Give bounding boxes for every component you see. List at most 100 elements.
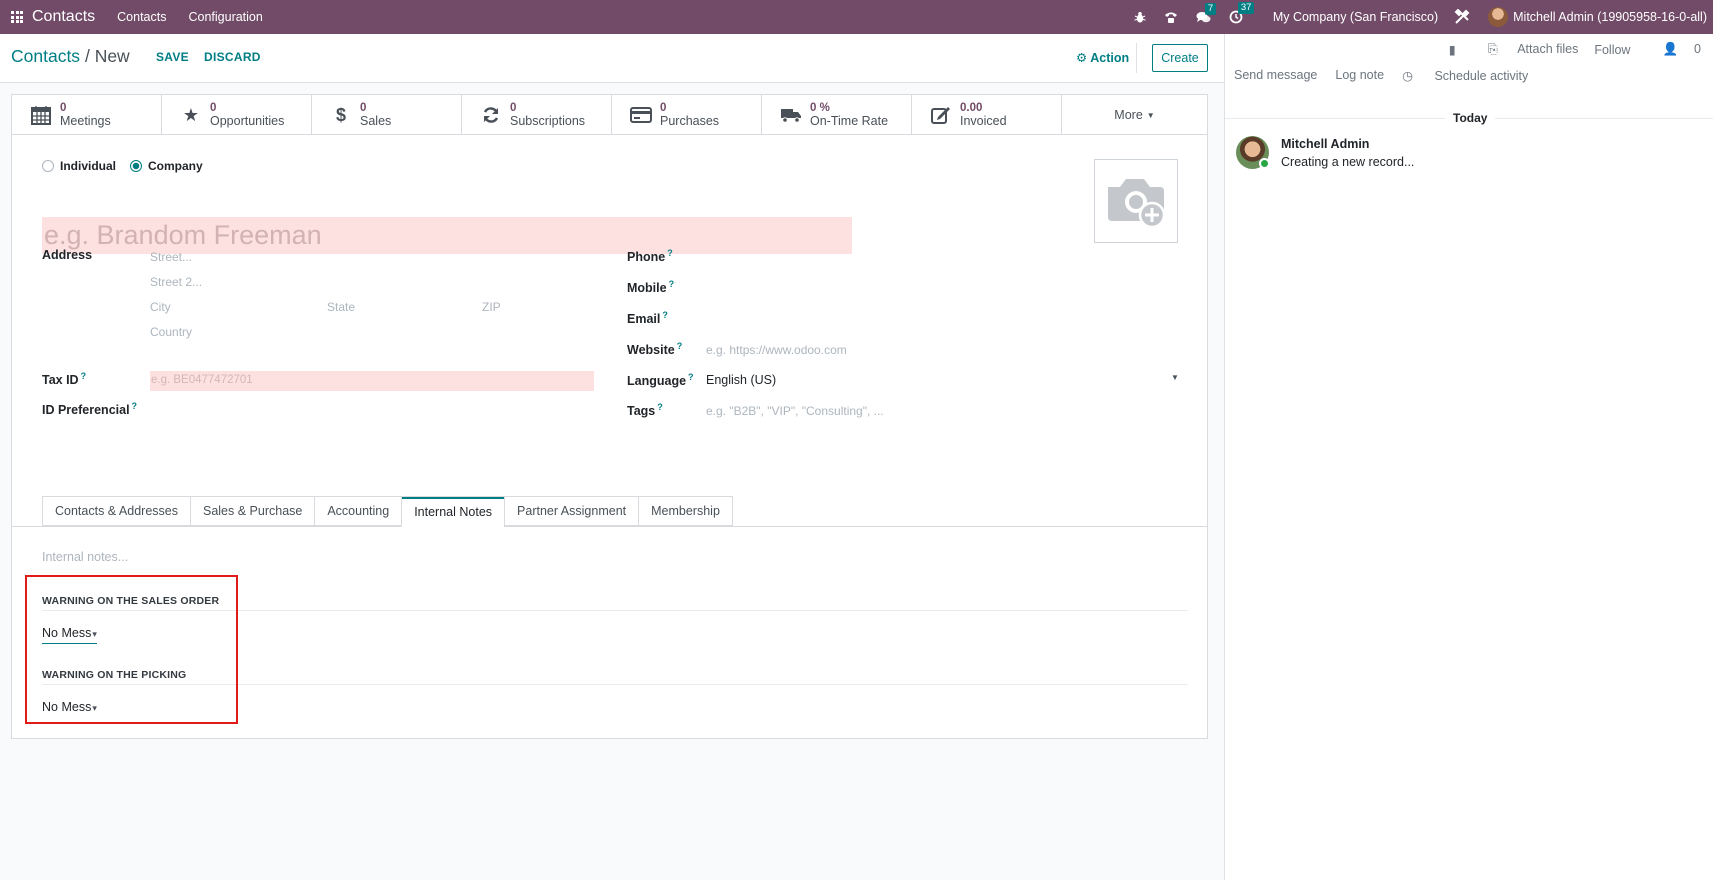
gear-icon: ⚙ <box>1076 51 1088 65</box>
company-radio[interactable] <box>130 160 143 172</box>
discard-button[interactable]: DISCARD <box>204 50 261 64</box>
control-panel: Contacts / New SAVE DISCARD ⚙ Action Cre… <box>0 34 1224 83</box>
apps-menu-icon[interactable] <box>2 11 32 23</box>
on-time-rate-button[interactable]: 0 % On-Time Rate <box>762 95 912 135</box>
more-label: More <box>1114 108 1143 122</box>
activities-count-badge: 37 <box>1237 2 1255 14</box>
clock-icon: ◷ <box>1402 69 1413 83</box>
email-help-icon[interactable]: ? <box>662 310 668 320</box>
attach-files-button[interactable]: ⎘ Attach files <box>1472 42 1579 57</box>
save-button[interactable]: SAVE <box>156 50 189 64</box>
message-body: Creating a new record... <box>1281 155 1415 169</box>
tab-sales-purchase[interactable]: Sales & Purchase <box>189 496 315 526</box>
email-label: Email? <box>627 310 668 327</box>
tags-input[interactable]: e.g. "B2B", "VIP", "Consulting", ... <box>706 404 884 418</box>
user-menu[interactable]: Mitchell Admin (19905958-16-0-all) <box>1488 7 1707 27</box>
individual-radio[interactable] <box>42 160 54 172</box>
tab-internal-notes[interactable]: Internal Notes <box>401 496 505 527</box>
schedule-activity-button[interactable]: ◷ Schedule activity <box>1402 68 1546 83</box>
sales-button[interactable]: $ 0 Sales <box>312 95 462 135</box>
log-note-button[interactable]: Log note <box>1335 68 1384 83</box>
company-switcher[interactable]: My Company (San Francisco) <box>1273 10 1438 24</box>
message-author[interactable]: Mitchell Admin <box>1281 137 1369 151</box>
mobile-help-icon[interactable]: ? <box>669 279 675 289</box>
menu-contacts[interactable]: Contacts <box>117 10 166 24</box>
breadcrumb: Contacts / New <box>11 46 130 67</box>
language-select[interactable]: English (US) <box>706 373 776 387</box>
tabs-divider <box>12 526 1207 527</box>
meetings-button[interactable]: 0 Meetings <box>12 95 162 135</box>
send-message-button[interactable]: Send message <box>1234 68 1317 83</box>
credit-card-icon <box>630 104 652 126</box>
zip-input[interactable]: ZIP <box>482 300 501 314</box>
id-preferencial-help-icon[interactable]: ? <box>132 401 138 411</box>
truck-icon <box>780 104 802 126</box>
action-label: Action <box>1090 51 1130 65</box>
invoiced-button[interactable]: 0.00 Invoiced <box>912 95 1062 135</box>
language-help-icon[interactable]: ? <box>688 372 694 382</box>
notebook-tabs: Contacts & Addresses Sales & Purchase Ac… <box>42 496 733 527</box>
book-icon[interactable]: ▮ <box>1449 42 1456 57</box>
id-preferencial-label: ID Preferencial? <box>42 401 138 418</box>
language-caret-icon[interactable]: ▼ <box>1171 373 1179 382</box>
website-help-icon[interactable]: ? <box>677 341 683 351</box>
phone-icon[interactable] <box>1164 11 1178 24</box>
country-select[interactable]: Country <box>150 325 192 339</box>
follow-button[interactable]: Follow <box>1594 43 1630 57</box>
tab-partner-assignment[interactable]: Partner Assignment <box>504 496 639 526</box>
tab-membership[interactable]: Membership <box>638 496 733 526</box>
name-input[interactable] <box>42 217 852 254</box>
image-upload[interactable] <box>1094 159 1178 243</box>
app-brand[interactable]: Contacts <box>32 8 95 26</box>
messages-count-badge: 7 <box>1204 2 1217 15</box>
camera-add-icon <box>1108 179 1166 229</box>
tags-help-icon[interactable]: ? <box>657 402 663 412</box>
action-button[interactable]: ⚙ Action <box>1076 50 1129 65</box>
form-sheet: 0 Meetings ★ 0 Opportunities $ 0 Sales 0 Sub… <box>11 94 1208 739</box>
breadcrumb-current: New <box>94 46 130 66</box>
tax-id-help-icon[interactable]: ? <box>81 371 87 381</box>
state-select[interactable]: State <box>327 300 355 314</box>
tab-accounting[interactable]: Accounting <box>314 496 402 526</box>
edit-icon <box>930 104 952 126</box>
internal-notes-input[interactable]: Internal notes... <box>42 550 128 564</box>
tools-icon[interactable] <box>1454 9 1470 25</box>
create-button[interactable]: Create <box>1152 44 1208 72</box>
street2-input[interactable]: Street 2... <box>150 275 202 289</box>
star-icon: ★ <box>182 104 200 125</box>
chatter-panel: ▮ ⎘ Attach files Follow 👤 0 Send message … <box>1224 34 1713 880</box>
activities-clock-icon[interactable]: 37 <box>1229 2 1255 24</box>
date-separator-label: Today <box>1445 111 1496 125</box>
tax-id-placeholder: e.g. BE0477472701 <box>151 374 253 386</box>
opportunities-button[interactable]: ★ 0 Opportunities <box>162 95 312 135</box>
company-label[interactable]: Company <box>148 159 203 173</box>
menu-configuration[interactable]: Configuration <box>188 10 262 24</box>
tab-contacts-addresses[interactable]: Contacts & Addresses <box>42 496 190 526</box>
followers-button[interactable]: 👤 0 <box>1646 42 1701 57</box>
on-time-rate-label: On-Time Rate <box>810 114 889 128</box>
purchases-button[interactable]: 0 Purchases <box>612 95 762 135</box>
phone-label: Phone? <box>627 248 673 265</box>
user-name: Mitchell Admin (19905958-16-0-all) <box>1513 10 1707 24</box>
sales-label: Sales <box>360 114 392 128</box>
subscriptions-button[interactable]: 0 Subscriptions <box>462 95 612 135</box>
highlight-annotation-box <box>25 575 238 724</box>
city-input[interactable]: City <box>150 300 171 314</box>
individual-label[interactable]: Individual <box>60 159 116 173</box>
top-navbar: Contacts Contacts Configuration 7 37 My … <box>0 0 1713 34</box>
subscriptions-label: Subscriptions <box>510 114 586 128</box>
messages-icon[interactable]: 7 <box>1196 2 1217 24</box>
caret-down-icon: ▼ <box>1146 110 1155 120</box>
street-input[interactable]: Street... <box>150 250 192 264</box>
user-icon: 👤 <box>1662 42 1679 56</box>
website-input[interactable]: e.g. https://www.odoo.com <box>706 343 847 357</box>
tax-id-label: Tax ID? <box>42 371 87 388</box>
meetings-label: Meetings <box>60 114 111 128</box>
debug-bug-icon[interactable] <box>1134 11 1146 24</box>
online-status-icon <box>1259 158 1270 169</box>
phone-help-icon[interactable]: ? <box>667 248 673 258</box>
more-button[interactable]: More ▼ <box>1062 95 1207 135</box>
breadcrumb-separator: / <box>84 46 90 66</box>
breadcrumb-contacts-link[interactable]: Contacts <box>11 46 80 66</box>
website-label: Website? <box>627 341 683 358</box>
